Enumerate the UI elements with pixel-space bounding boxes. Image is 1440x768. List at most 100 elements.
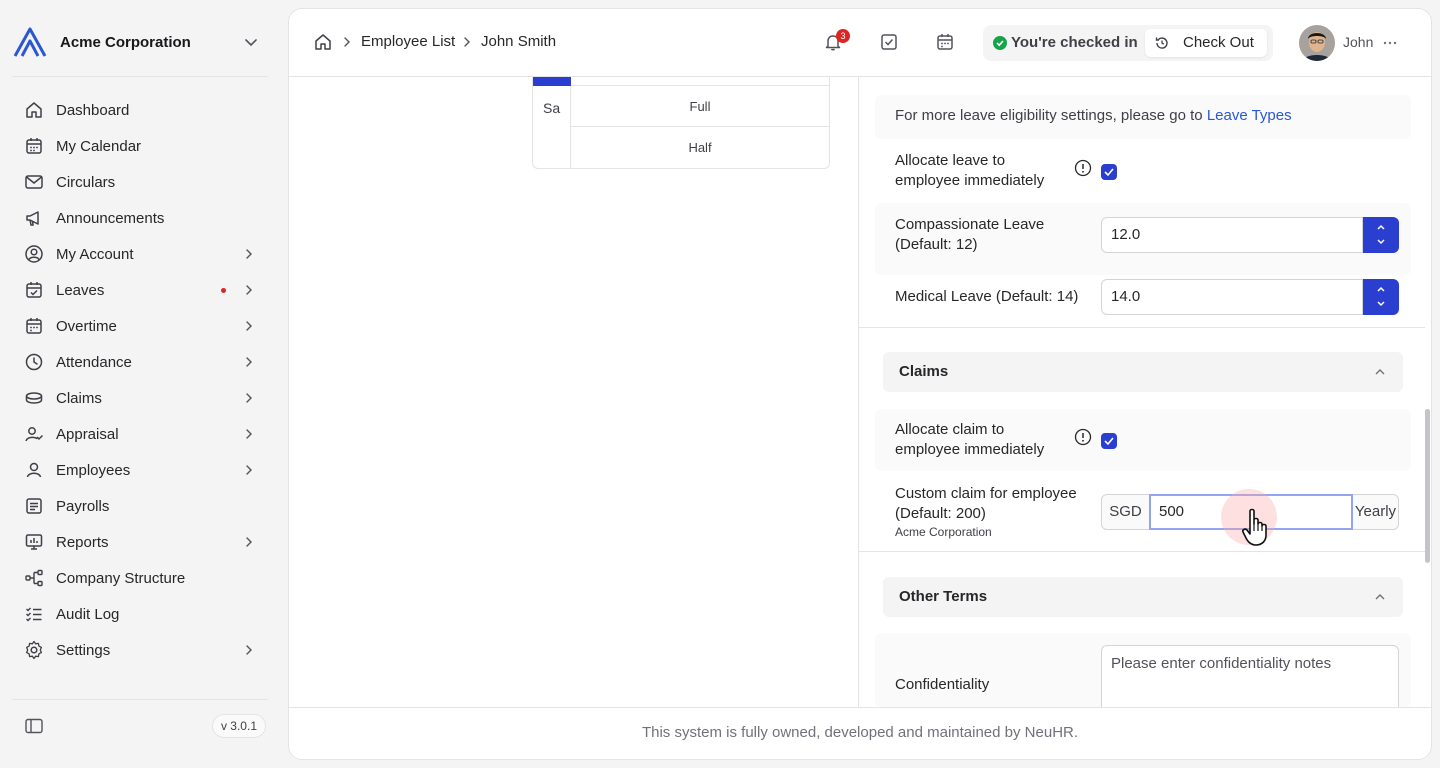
user-check-icon [25, 427, 44, 442]
sidebar-divider [12, 76, 268, 77]
claims-section-title: Claims [899, 363, 949, 380]
gear-icon [25, 640, 43, 660]
sidebar-item-overtime[interactable]: Overtime [12, 308, 268, 344]
chevron-down-icon[interactable] [242, 33, 260, 51]
sidebar: Acme Corporation Dashboard My Calendar C… [0, 0, 280, 768]
allocate-claim-label-line2: employee immediately [895, 441, 1045, 458]
task-check-icon[interactable] [879, 32, 899, 52]
check-out-label: Check Out [1183, 34, 1254, 51]
sidebar-item-my-account[interactable]: My Account [12, 236, 268, 272]
schedule-row-saturday: Sa Full Half [532, 86, 830, 169]
sidebar-item-audit-log[interactable]: Audit Log [12, 596, 268, 632]
sidebar-item-label: Announcements [56, 209, 165, 227]
sidebar-item-my-calendar[interactable]: My Calendar [12, 128, 268, 164]
chevron-up-icon[interactable] [1375, 283, 1387, 295]
sidebar-item-label: Overtime [56, 317, 117, 335]
breadcrumb-current: John Smith [481, 33, 557, 50]
notification-badge: 3 [836, 29, 850, 43]
allocate-claim-checkbox[interactable] [1101, 433, 1117, 449]
schedule-day-label: Sa [533, 86, 571, 168]
leave-types-link[interactable]: Leave Types [1207, 107, 1292, 124]
sidebar-item-claims[interactable]: Claims [12, 380, 268, 416]
period-addon: Yearly [1353, 494, 1399, 530]
allocate-leave-checkbox[interactable] [1101, 164, 1117, 180]
sidebar-item-employees[interactable]: Employees [12, 452, 268, 488]
check-out-button[interactable]: Check Out [1145, 29, 1267, 57]
more-horizontal-icon[interactable] [1381, 34, 1399, 52]
sidebar-nav: Dashboard My Calendar Circulars Announce… [12, 92, 268, 668]
sidebar-divider [12, 699, 268, 700]
sidebar-item-leaves[interactable]: Leaves [12, 272, 268, 308]
custom-claim-label: Custom claim for employee [895, 485, 1077, 502]
user-icon [26, 462, 42, 478]
sidebar-item-circulars[interactable]: Circulars [12, 164, 268, 200]
sidebar-footer: v 3.0.1 [12, 708, 268, 744]
info-icon[interactable] [1074, 428, 1092, 446]
schedule-day-cell-selected [533, 77, 571, 86]
allocate-leave-label: Allocate leave to [895, 152, 1006, 169]
home-icon[interactable] [313, 32, 333, 52]
chevron-right-icon [246, 321, 252, 331]
version-badge: v 3.0.1 [211, 714, 266, 738]
scrollbar-thumb[interactable] [1425, 409, 1430, 563]
check-circle-icon [993, 36, 1007, 50]
clock-rotate-icon [1155, 37, 1168, 49]
home-icon [26, 102, 42, 118]
custom-claim-company: Acme Corporation [895, 525, 992, 539]
section-divider [859, 551, 1425, 552]
presentation-chart-icon [25, 534, 43, 550]
sidebar-item-label: Leaves [56, 281, 105, 299]
sidebar-item-company-structure[interactable]: Company Structure [12, 560, 268, 596]
checkmark-icon [1104, 168, 1114, 177]
allocate-claim-label: Allocate claim to [895, 421, 1005, 438]
calendar-icon[interactable] [935, 32, 955, 52]
sidebar-item-settings[interactable]: Settings [12, 632, 268, 668]
sidebar-item-reports[interactable]: Reports [12, 524, 268, 560]
user-name[interactable]: John [1343, 34, 1373, 50]
receipt-icon [26, 498, 42, 514]
schedule-option-half[interactable]: Half [571, 127, 829, 168]
breadcrumb-employee-list[interactable]: Employee List [361, 33, 455, 50]
sidebar-item-attendance[interactable]: Attendance [12, 344, 268, 380]
sidebar-item-announcements[interactable]: Announcements [12, 200, 268, 236]
sidebar-item-label: Circulars [56, 173, 116, 191]
confidentiality-label: Confidentiality [895, 676, 990, 693]
chevron-right-icon [246, 537, 252, 547]
avatar[interactable] [1299, 25, 1335, 61]
chevron-down-icon[interactable] [1375, 236, 1387, 248]
top-bar: Employee List John Smith 3 You're checke… [289, 9, 1431, 77]
info-icon[interactable] [1074, 159, 1092, 177]
allocate-leave-label-line2: employee immediately [895, 172, 1045, 189]
chevron-down-icon[interactable] [1375, 298, 1387, 310]
chevron-up-icon [1375, 369, 1385, 375]
megaphone-icon [26, 211, 39, 226]
chevron-right-icon [464, 37, 470, 47]
sidebar-item-label: My Calendar [56, 137, 142, 155]
leave-info-text: For more leave eligibility settings, ple… [895, 107, 1292, 124]
calendar-check-icon [26, 282, 42, 298]
sidebar-item-appraisal[interactable]: Appraisal [12, 416, 268, 452]
sidebar-item-payrolls[interactable]: Payrolls [12, 488, 268, 524]
compassionate-leave-default: (Default: 12) [895, 236, 978, 253]
chevron-up-icon [1375, 594, 1385, 600]
claims-section-header[interactable]: Claims [883, 352, 1403, 392]
chevron-right-icon [246, 249, 252, 259]
mail-icon [25, 175, 43, 189]
compassionate-leave-stepper[interactable] [1363, 217, 1399, 253]
medical-leave-stepper[interactable] [1363, 279, 1399, 315]
section-divider [859, 327, 1425, 328]
medical-leave-input[interactable]: 14.0 [1101, 279, 1363, 315]
chevron-right-icon [344, 37, 350, 47]
main-panel: Employee List John Smith 3 You're checke… [288, 8, 1432, 760]
schedule-option-full[interactable]: Full [571, 86, 829, 127]
settings-column: For more leave eligibility settings, ple… [859, 77, 1431, 725]
chevron-up-icon[interactable] [1375, 221, 1387, 233]
sidebar-item-label: My Account [56, 245, 134, 263]
compassionate-leave-input[interactable]: 12.0 [1101, 217, 1363, 253]
org-switcher[interactable]: Acme Corporation [12, 24, 268, 60]
calendar-icon [26, 138, 42, 154]
other-terms-section-header[interactable]: Other Terms [883, 577, 1403, 617]
chevron-right-icon [246, 393, 252, 403]
sidebar-item-dashboard[interactable]: Dashboard [12, 92, 268, 128]
sidebar-toggle-icon[interactable] [24, 716, 44, 736]
